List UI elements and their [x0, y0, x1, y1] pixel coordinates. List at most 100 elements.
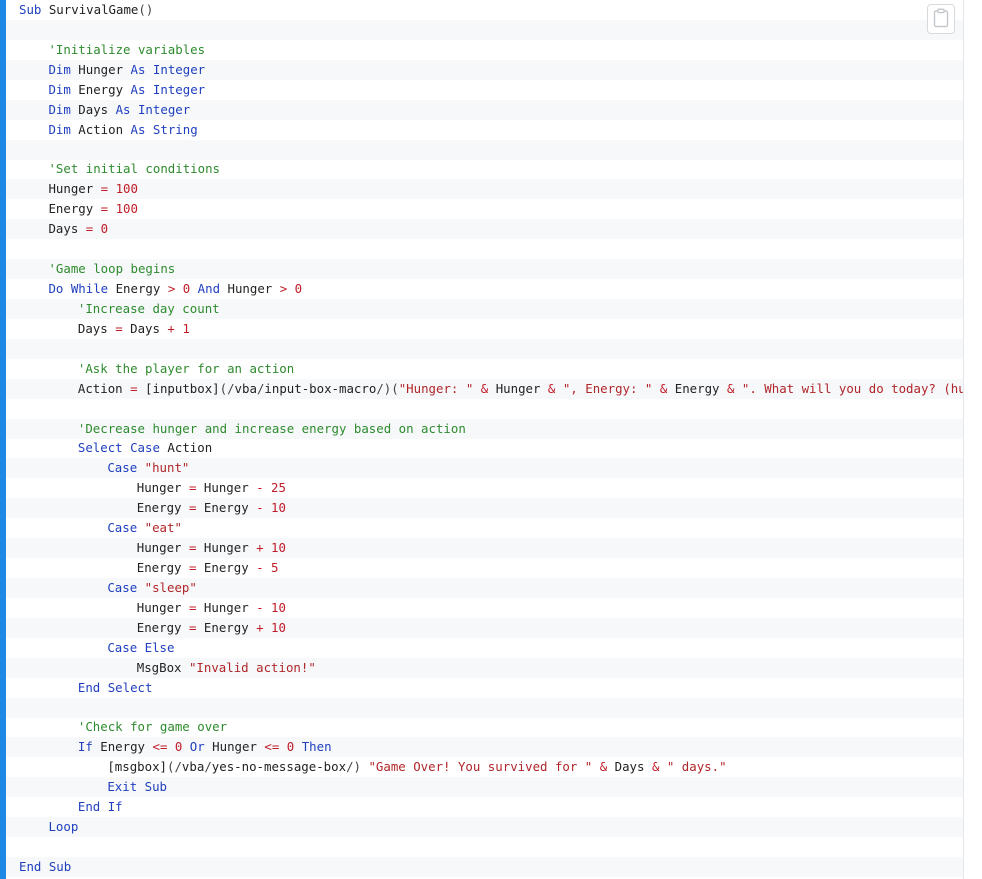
- code-line: Do While Energy > 0 And Hunger > 0: [6, 279, 963, 299]
- code-line: 'Game loop begins: [6, 259, 963, 280]
- code-token-num: 100: [108, 201, 138, 217]
- code-token-id: Hunger: [136, 540, 189, 556]
- code-line: 'Decrease hunger and increase energy bas…: [6, 418, 963, 439]
- code-line: [6, 697, 963, 718]
- code-token-kw: Dim: [48, 81, 71, 97]
- code-line: [msgbox](/vba/yes-no-message-box/) "Game…: [6, 757, 963, 777]
- code-token-kw: As: [130, 61, 146, 77]
- code-token-op: +: [256, 619, 264, 635]
- code-line: Hunger = Hunger - 25: [6, 478, 963, 498]
- code-line-content: Hunger = Hunger - 25: [19, 478, 286, 498]
- code-line: Case "eat": [6, 518, 963, 538]
- code-token-kw: Loop: [48, 819, 79, 835]
- code-token-id: SurvivalGame: [41, 2, 139, 17]
- code-line-content: Select Case Action: [19, 438, 212, 458]
- code-line-content: 'Ask the player for an action: [19, 359, 294, 379]
- code-token-id: Action: [70, 121, 131, 137]
- code-line-content: Dim Days As Integer: [19, 100, 190, 120]
- code-token-num: 0: [279, 739, 295, 755]
- code-token-id: Hunger: [136, 480, 189, 496]
- code-token-punct: (/: [167, 759, 182, 775]
- code-token-id: Energy: [196, 560, 257, 576]
- code-line-content: Days = Days + 1: [19, 319, 190, 339]
- code-line: Dim Days As Integer: [6, 99, 963, 120]
- code-line-content: MsgBox "Invalid action!": [19, 658, 316, 678]
- code-token-kw: Select Case: [77, 440, 160, 456]
- code-token-str: "hunt": [137, 460, 190, 476]
- code-line: Dim Energy As Integer: [6, 80, 963, 100]
- code-token-kw: Case: [107, 520, 138, 536]
- code-token-id: Hunger: [48, 181, 101, 197]
- code-token-id: vba: [234, 380, 257, 396]
- code-token-num: 25: [263, 480, 286, 496]
- code-token-id: Energy: [136, 500, 189, 516]
- code-token-str: "Hunger: ": [398, 380, 474, 396]
- code-token-comment: 'Set initial conditions: [48, 161, 221, 177]
- code-line: Hunger = Hunger + 10: [6, 538, 963, 559]
- code-token-punct: /): [346, 759, 369, 775]
- code-line-content: Energy = Energy + 10: [19, 618, 286, 638]
- code-token-kw: Dim: [48, 101, 71, 117]
- code-token-num: 0: [167, 739, 183, 755]
- code-line-content: 'Initialize variables: [19, 40, 205, 60]
- code-token-num: 10: [263, 540, 286, 556]
- code-token-kw: And: [190, 281, 221, 297]
- code-token-str: "Invalid action!": [188, 659, 316, 675]
- code-token-str: "Game Over! You survived for ": [368, 759, 593, 775]
- code-token-kw: Exit Sub: [107, 779, 167, 795]
- code-line: Dim Action As String: [6, 120, 963, 140]
- code-token-id: Days: [607, 759, 652, 775]
- code-line-content: 'Decrease hunger and increase energy bas…: [19, 419, 466, 439]
- code-token-str: ", Energy: ": [555, 380, 653, 396]
- code-token-op: &: [473, 380, 489, 396]
- code-token-kw: End If: [77, 799, 123, 815]
- copy-code-button[interactable]: [927, 4, 955, 34]
- code-line: Exit Sub: [6, 777, 963, 798]
- code-token-op: &: [652, 380, 668, 396]
- code-token-comment: 'Ask the player for an action: [77, 360, 295, 376]
- code-line-content: Case "hunt": [19, 458, 189, 478]
- code-token-id: yes-no-message-box: [211, 759, 347, 775]
- code-token-op: <=: [264, 739, 280, 755]
- code-token-op: =: [130, 380, 138, 396]
- code-token-op: &: [592, 759, 608, 775]
- code-line: Case "hunt": [6, 458, 963, 479]
- code-line: Energy = Energy - 10: [6, 498, 963, 519]
- code-token-id: Days: [122, 320, 168, 336]
- code-line-content: Energy = Energy - 5: [19, 558, 279, 578]
- code-line-content: End Sub: [19, 857, 71, 877]
- code-token-id: [inputbox]: [137, 380, 220, 396]
- code-token-type: Integer: [145, 61, 206, 77]
- code-token-id: Action: [159, 440, 213, 456]
- code-block[interactable]: Sub SurvivalGame() 'Initialize variables D…: [6, 0, 963, 879]
- code-token-op: =: [115, 320, 123, 336]
- code-token-op: -: [256, 560, 264, 576]
- code-line-content: 'Set initial conditions: [19, 159, 220, 179]
- code-line-content: Days = 0: [19, 219, 108, 239]
- code-line: Days = Days + 1: [6, 319, 963, 339]
- code-token-id: Energy: [196, 619, 257, 635]
- code-token-kw: As: [130, 81, 146, 97]
- code-line: 'Check for game over: [6, 717, 963, 737]
- code-block-right-border: [963, 0, 964, 879]
- code-token-punct: /: [204, 759, 212, 775]
- code-token-op: +: [256, 540, 264, 556]
- code-token-punct: (): [138, 2, 154, 17]
- code-token-op: -: [256, 500, 264, 516]
- code-token-num: 100: [108, 181, 138, 197]
- code-line-content: End If: [19, 797, 123, 817]
- code-token-comment: 'Game loop begins: [48, 261, 176, 277]
- code-token-str: "eat": [137, 520, 182, 536]
- code-line-content: Action = [inputbox](/vba/input-box-macro…: [19, 379, 963, 399]
- code-token-id: Hunger: [196, 599, 257, 615]
- code-token-kw: End Select: [77, 679, 153, 695]
- code-token-id: Energy: [70, 81, 131, 97]
- code-token-op: =: [100, 201, 109, 217]
- code-token-type: Integer: [130, 101, 191, 117]
- code-line: Energy = Energy + 10: [6, 617, 963, 638]
- code-token-num: 10: [263, 500, 286, 516]
- code-token-op: +: [167, 320, 175, 336]
- code-line: 'Increase day count: [6, 298, 963, 319]
- code-line: Case Else: [6, 638, 963, 658]
